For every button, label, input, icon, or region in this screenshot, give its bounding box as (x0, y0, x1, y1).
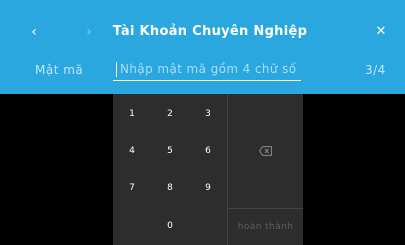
key-1[interactable]: 1 (113, 96, 151, 133)
key-3[interactable]: 3 (189, 96, 227, 133)
key-2[interactable]: 2 (151, 96, 189, 133)
step-progress: 3/4 (365, 63, 386, 77)
chevron-left-icon[interactable]: ‹ (25, 22, 43, 42)
key-4[interactable]: 4 (113, 133, 151, 170)
password-field-container[interactable] (113, 59, 301, 81)
password-label: Mật mã (35, 63, 84, 77)
backspace-button[interactable] (228, 94, 303, 208)
key-9[interactable]: 9 (189, 170, 227, 207)
password-input[interactable] (120, 59, 300, 79)
page-title: Tài Khoản Chuyên Nghiệp (112, 24, 308, 39)
key-8[interactable]: 8 (151, 170, 189, 207)
keypad-action-column: hoàn thành (227, 94, 303, 245)
done-button[interactable]: hoàn thành (228, 208, 303, 245)
key-7[interactable]: 7 (113, 170, 151, 207)
numeric-keypad: 1 2 3 4 5 6 7 8 9 0 hoàn thành (113, 94, 303, 245)
key-5[interactable]: 5 (151, 133, 189, 170)
key-6[interactable]: 6 (189, 133, 227, 170)
top-bar: ‹ › Tài Khoản Chuyên Nghiệp ✕ Mật mã 3/4 (0, 0, 405, 94)
text-caret (116, 62, 117, 77)
backspace-icon (259, 146, 272, 156)
close-icon[interactable]: ✕ (372, 22, 390, 42)
key-0[interactable]: 0 (151, 208, 189, 245)
